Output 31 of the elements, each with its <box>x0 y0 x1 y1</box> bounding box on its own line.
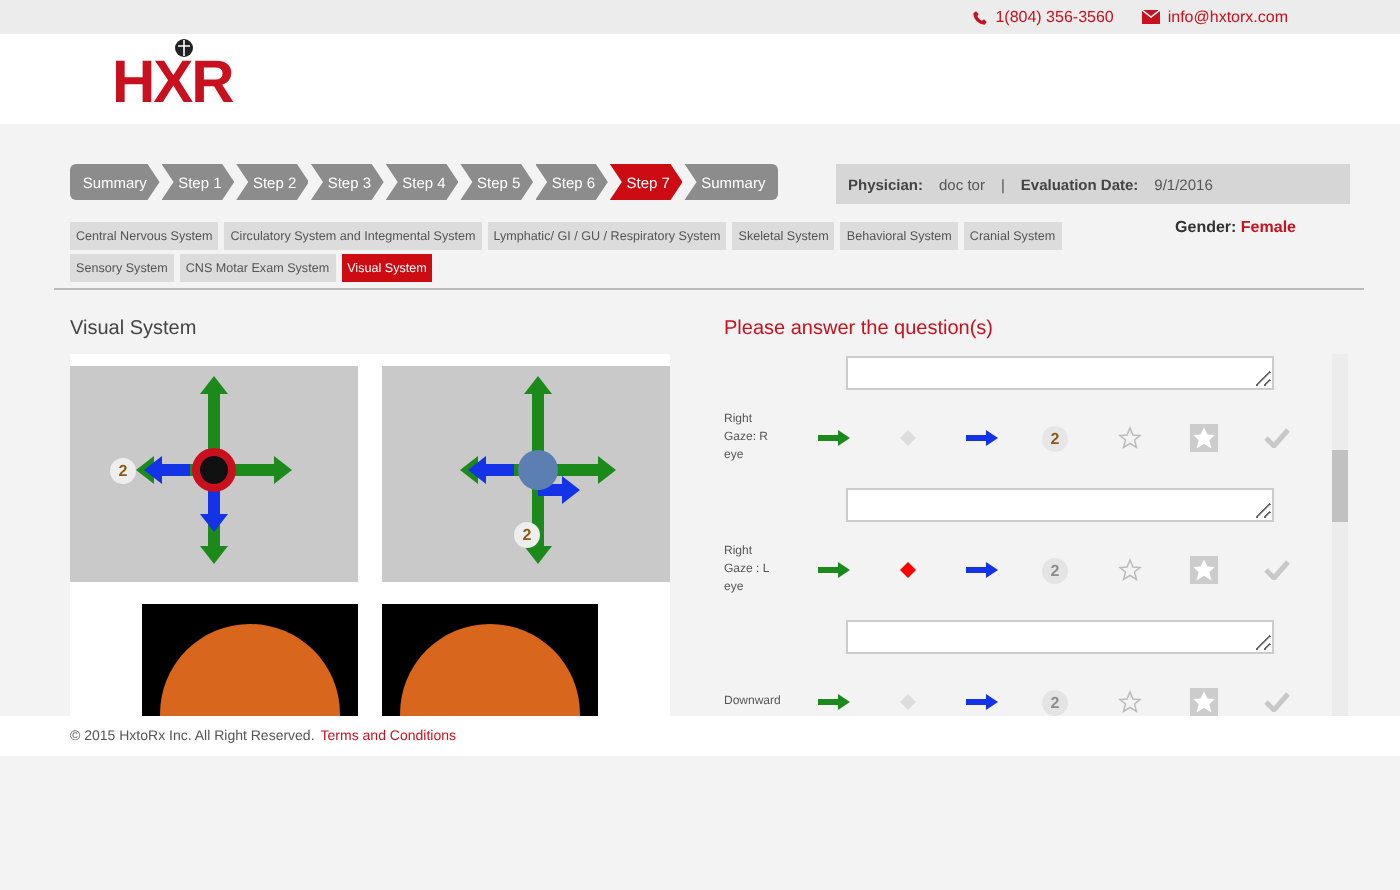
arrow-icon <box>817 430 849 446</box>
section-title: Visual System <box>70 318 199 344</box>
phone-icon <box>971 9 988 25</box>
arrow-icon <box>965 562 997 578</box>
number-option[interactable]: 2 <box>1018 420 1092 456</box>
gender-text: Gender: Female <box>1175 218 1296 240</box>
count-badge: 2 <box>514 522 540 548</box>
count-badge: 2 <box>110 458 136 484</box>
number-option[interactable]: 2 <box>1018 552 1092 588</box>
arrow-icon <box>965 430 997 446</box>
star-icon <box>1117 690 1141 714</box>
questions-heading: Please answer the question(s) <box>724 318 996 344</box>
arrow-icon <box>965 694 997 710</box>
arrow-icon <box>817 562 849 578</box>
number-option[interactable]: 2 <box>1018 684 1092 716</box>
email-link[interactable]: info@hxtorx.com <box>1141 8 1288 26</box>
star-icon <box>1117 426 1141 450</box>
note-field[interactable] <box>846 488 1274 522</box>
star-box-icon <box>1189 556 1217 584</box>
envelope-icon <box>1141 10 1160 24</box>
star-icon <box>1117 558 1141 582</box>
check-icon <box>1264 692 1290 712</box>
star-box-icon <box>1189 424 1217 452</box>
arrow-icon <box>817 694 849 710</box>
logo: HXR <box>112 50 233 118</box>
note-field[interactable] <box>846 620 1274 654</box>
note-field[interactable] <box>846 356 1274 390</box>
phone-text: 1(804) 356-3560 <box>971 8 1114 26</box>
check-icon <box>1264 428 1290 448</box>
scrollbar-thumb[interactable] <box>1332 450 1348 522</box>
check-icon <box>1264 560 1290 580</box>
